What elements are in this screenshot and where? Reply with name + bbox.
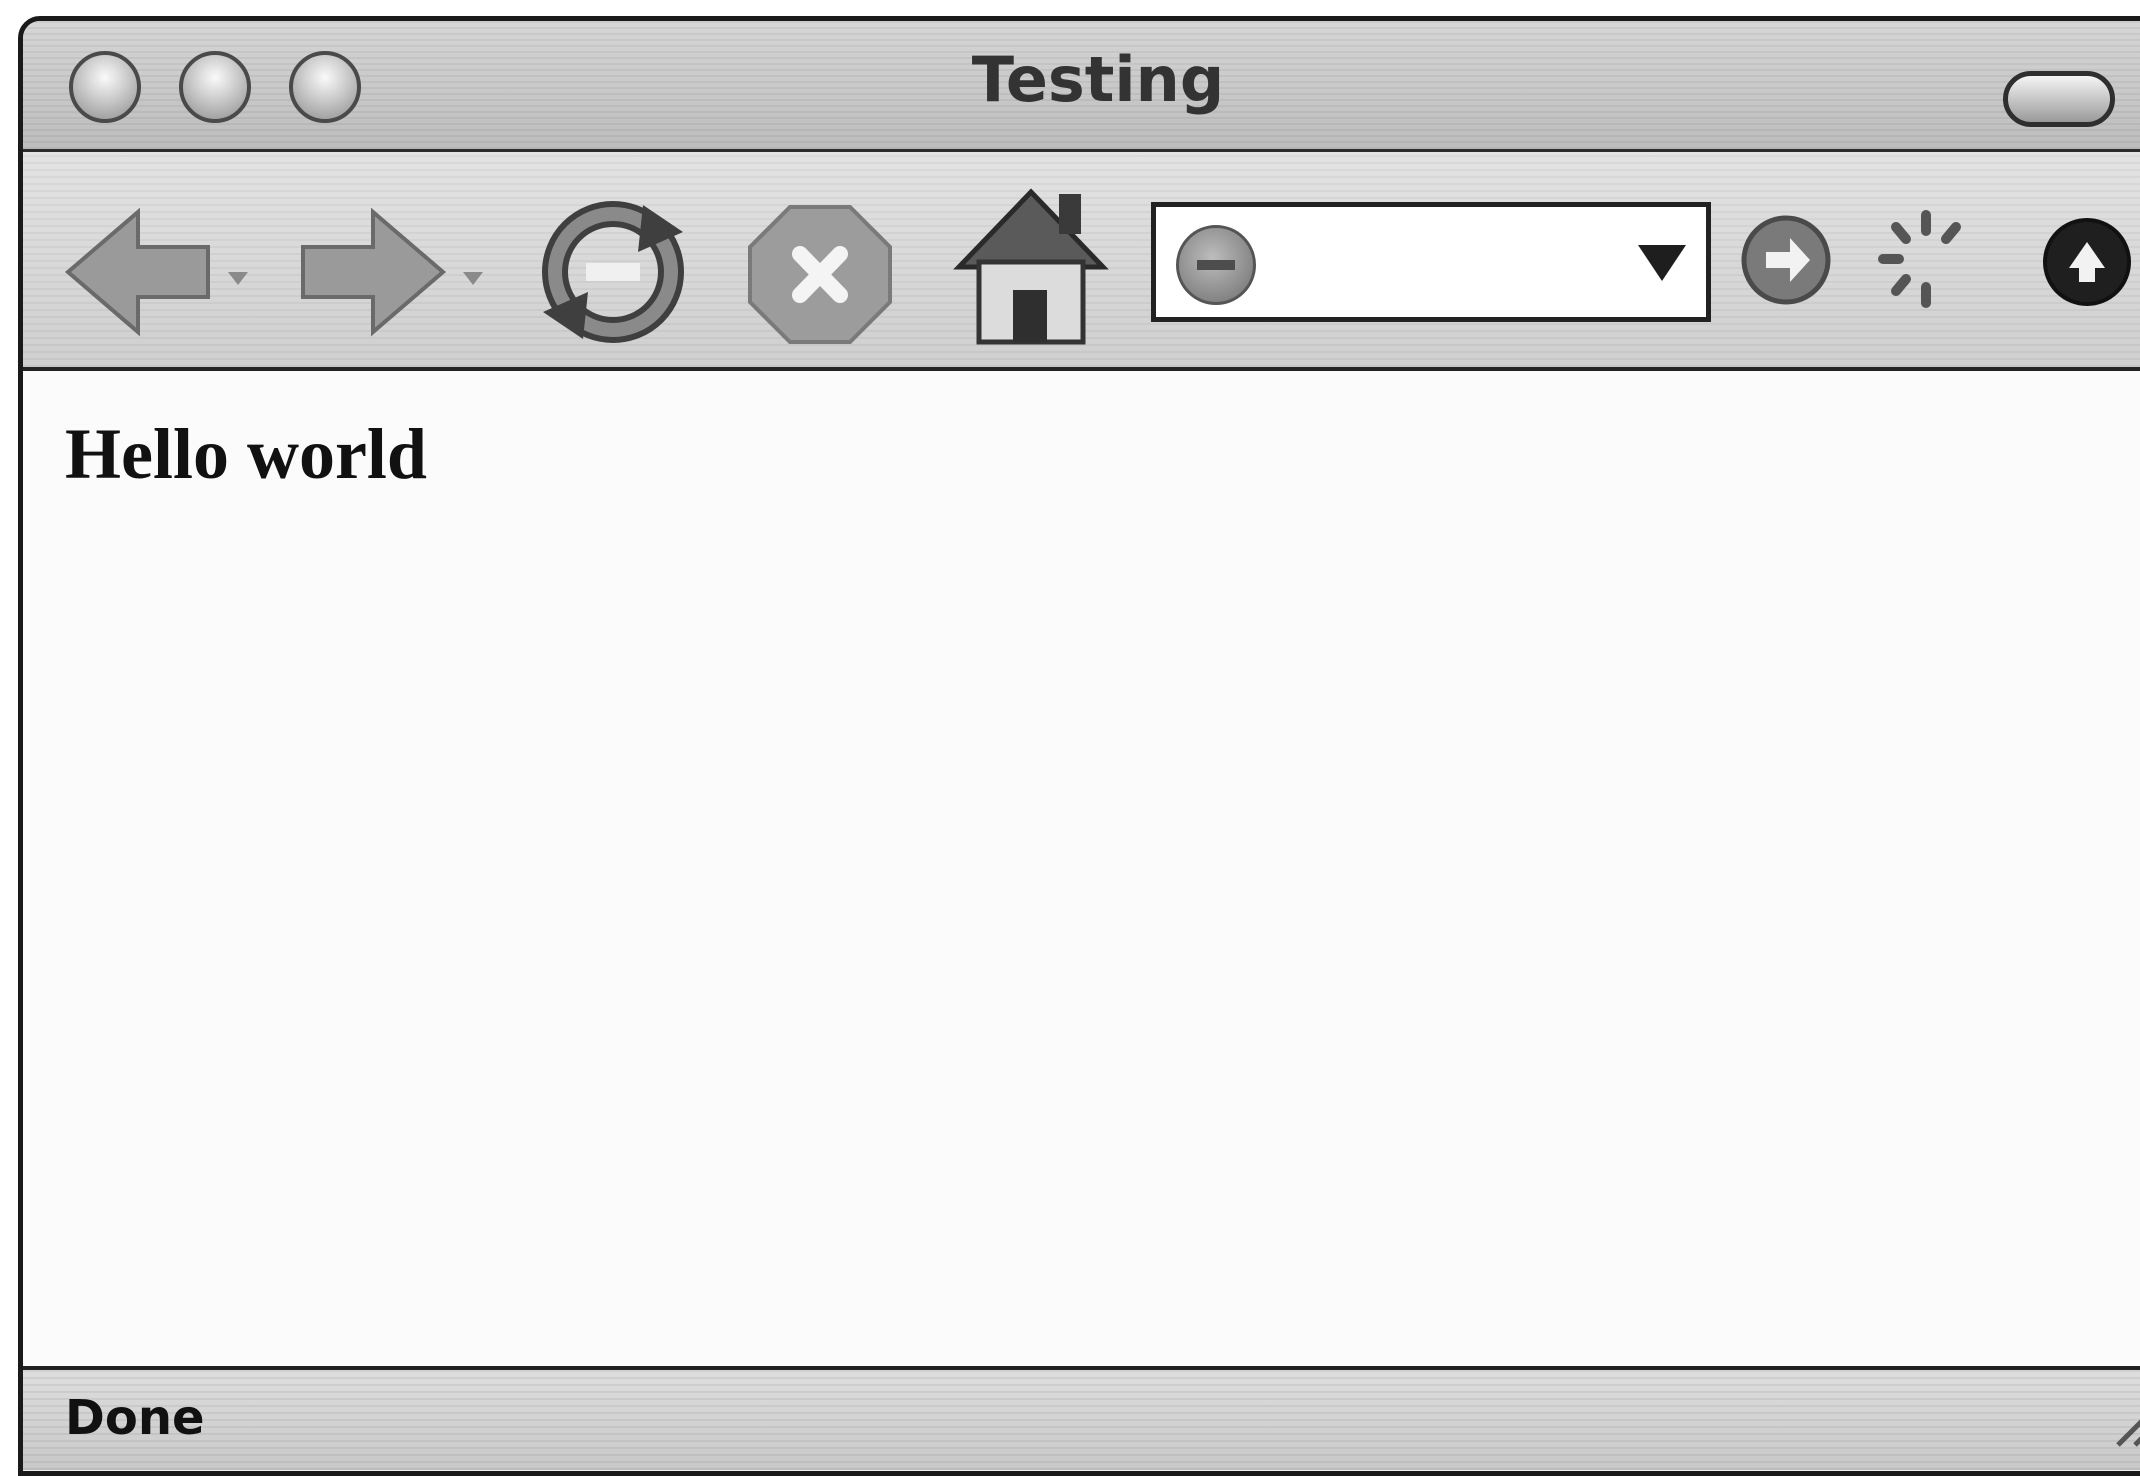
loading-throbber-icon — [1878, 210, 1961, 308]
stop-icon[interactable] — [745, 202, 895, 347]
status-text: Done — [65, 1390, 205, 1446]
title-bar[interactable]: Testing — [23, 21, 2140, 152]
chevron-down-icon[interactable] — [1638, 245, 1686, 281]
page-content: Hello world — [23, 371, 2140, 1371]
forward-arrow-icon[interactable] — [293, 207, 518, 337]
url-input[interactable] — [1276, 227, 1610, 305]
browser-window: Testing Hello world Done — [18, 16, 2140, 1476]
back-arrow-icon[interactable] — [58, 207, 283, 337]
navigation-toolbar — [23, 152, 2140, 371]
resize-grip-icon[interactable] — [2103, 1390, 2140, 1450]
page-heading: Hello world — [65, 414, 427, 494]
reload-icon[interactable] — [538, 197, 688, 347]
page-favicon-icon — [1176, 225, 1256, 305]
toolbar-toggle-button[interactable] — [2003, 71, 2115, 127]
window-title: Testing — [971, 43, 1225, 116]
home-icon[interactable] — [951, 182, 1111, 347]
bookmark-icon[interactable] — [2039, 214, 2135, 310]
address-bar[interactable] — [1151, 202, 1711, 322]
go-arrow-icon[interactable] — [1738, 212, 1834, 308]
status-bar: Done — [23, 1366, 2140, 1470]
